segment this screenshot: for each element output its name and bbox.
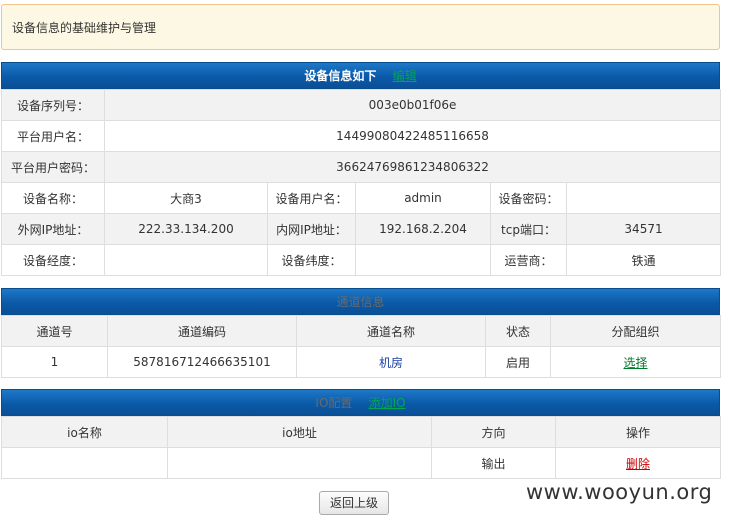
device-name-label: 设备名称： bbox=[1, 182, 105, 214]
channel-name-link[interactable]: 机房 bbox=[379, 356, 403, 370]
col-direction: 方向 bbox=[431, 416, 556, 448]
channel-code: 587816712466635101 bbox=[107, 346, 297, 378]
table-row: 输出 删除 bbox=[1, 447, 721, 479]
carrier-value: 铁通 bbox=[565, 244, 722, 276]
io-config-header: IO配置 添加IO bbox=[1, 389, 720, 416]
wan-ip-value: 222.33.134.200 bbox=[104, 213, 268, 245]
device-info-table: 设备序列号： 003e0b01f06e 平台用户名： 1449908042248… bbox=[1, 89, 722, 276]
longitude-value bbox=[104, 244, 268, 276]
col-status: 状态 bbox=[485, 315, 551, 347]
lan-ip-value: 192.168.2.204 bbox=[355, 213, 491, 245]
io-direction: 输出 bbox=[431, 447, 556, 479]
platform-user-row: 平台用户名： 14499080422485116658 bbox=[1, 120, 722, 152]
col-assign-org: 分配组织 bbox=[550, 315, 721, 347]
assign-org-cell: 选择 bbox=[550, 346, 721, 378]
carrier-label: 运营商： bbox=[490, 244, 567, 276]
device-info-header: 设备信息如下 编辑 bbox=[1, 62, 720, 89]
longitude-label: 设备经度： bbox=[1, 244, 105, 276]
col-operation: 操作 bbox=[555, 416, 721, 448]
select-org-link[interactable]: 选择 bbox=[623, 356, 647, 370]
channel-info-title: 通道信息 bbox=[336, 295, 385, 309]
tcp-port-label: tcp端口： bbox=[490, 213, 567, 245]
device-pwd-value bbox=[565, 182, 722, 214]
device-info-title: 设备信息如下 bbox=[304, 69, 377, 83]
watermark: www.wooyun.org bbox=[526, 480, 713, 504]
channel-name-cell: 机房 bbox=[296, 346, 486, 378]
col-channel-no: 通道号 bbox=[1, 315, 108, 347]
io-config-section: IO配置 添加IO io名称 io地址 方向 操作 输出 删除 bbox=[1, 389, 721, 479]
edit-link[interactable]: 编辑 bbox=[393, 69, 417, 83]
device-user-label: 设备用户名： bbox=[267, 182, 356, 214]
device-name-value: 大商3 bbox=[104, 182, 268, 214]
notice-banner: 设备信息的基础维护与管理 bbox=[1, 4, 720, 50]
channel-no: 1 bbox=[1, 346, 108, 378]
col-channel-code: 通道编码 bbox=[107, 315, 297, 347]
wan-ip-label: 外网IP地址： bbox=[1, 213, 105, 245]
channel-status: 启用 bbox=[485, 346, 551, 378]
col-io-address: io地址 bbox=[167, 416, 432, 448]
io-table: io名称 io地址 方向 操作 输出 删除 bbox=[1, 416, 721, 479]
io-address bbox=[167, 447, 432, 479]
device-info-section: 设备信息如下 编辑 设备序列号： 003e0b01f06e 平台用户名： 144… bbox=[1, 62, 722, 276]
device-pwd-label: 设备密码： bbox=[490, 182, 567, 214]
delete-io-link[interactable]: 删除 bbox=[626, 457, 650, 471]
io-name bbox=[1, 447, 168, 479]
platform-pwd-row: 平台用户密码： 36624769861234806322 bbox=[1, 151, 722, 183]
channel-info-header: 通道信息 bbox=[1, 288, 720, 315]
latitude-value bbox=[355, 244, 491, 276]
ip-row: 外网IP地址： 222.33.134.200 内网IP地址： 192.168.2… bbox=[1, 213, 722, 245]
io-config-title: IO配置 bbox=[315, 396, 353, 410]
geo-row: 设备经度： 设备纬度： 运营商： 铁通 bbox=[1, 244, 722, 276]
col-channel-name: 通道名称 bbox=[296, 315, 486, 347]
notice-text: 设备信息的基础维护与管理 bbox=[12, 21, 157, 35]
platform-user-value: 14499080422485116658 bbox=[103, 120, 722, 152]
io-header-row: io名称 io地址 方向 操作 bbox=[1, 416, 721, 448]
add-io-link[interactable]: 添加IO bbox=[369, 396, 406, 410]
tcp-port-value: 34571 bbox=[565, 213, 722, 245]
channel-table: 通道号 通道编码 通道名称 状态 分配组织 1 5878167124666351… bbox=[1, 315, 721, 378]
platform-pwd-value: 36624769861234806322 bbox=[103, 151, 722, 183]
serial-label: 设备序列号： bbox=[1, 89, 105, 121]
platform-user-label: 平台用户名： bbox=[1, 120, 105, 152]
latitude-label: 设备纬度： bbox=[267, 244, 356, 276]
back-button[interactable]: 返回上级 bbox=[319, 491, 389, 515]
io-operation-cell: 删除 bbox=[555, 447, 721, 479]
channel-header-row: 通道号 通道编码 通道名称 状态 分配组织 bbox=[1, 315, 721, 347]
table-row: 1 587816712466635101 机房 启用 选择 bbox=[1, 346, 721, 378]
col-io-name: io名称 bbox=[1, 416, 168, 448]
serial-row: 设备序列号： 003e0b01f06e bbox=[1, 89, 722, 121]
channel-info-section: 通道信息 通道号 通道编码 通道名称 状态 分配组织 1 58781671246… bbox=[1, 288, 721, 378]
platform-pwd-label: 平台用户密码： bbox=[1, 151, 105, 183]
device-name-row: 设备名称： 大商3 设备用户名： admin 设备密码： bbox=[1, 182, 722, 214]
device-user-value: admin bbox=[355, 182, 491, 214]
lan-ip-label: 内网IP地址： bbox=[267, 213, 356, 245]
serial-value: 003e0b01f06e bbox=[103, 89, 722, 121]
